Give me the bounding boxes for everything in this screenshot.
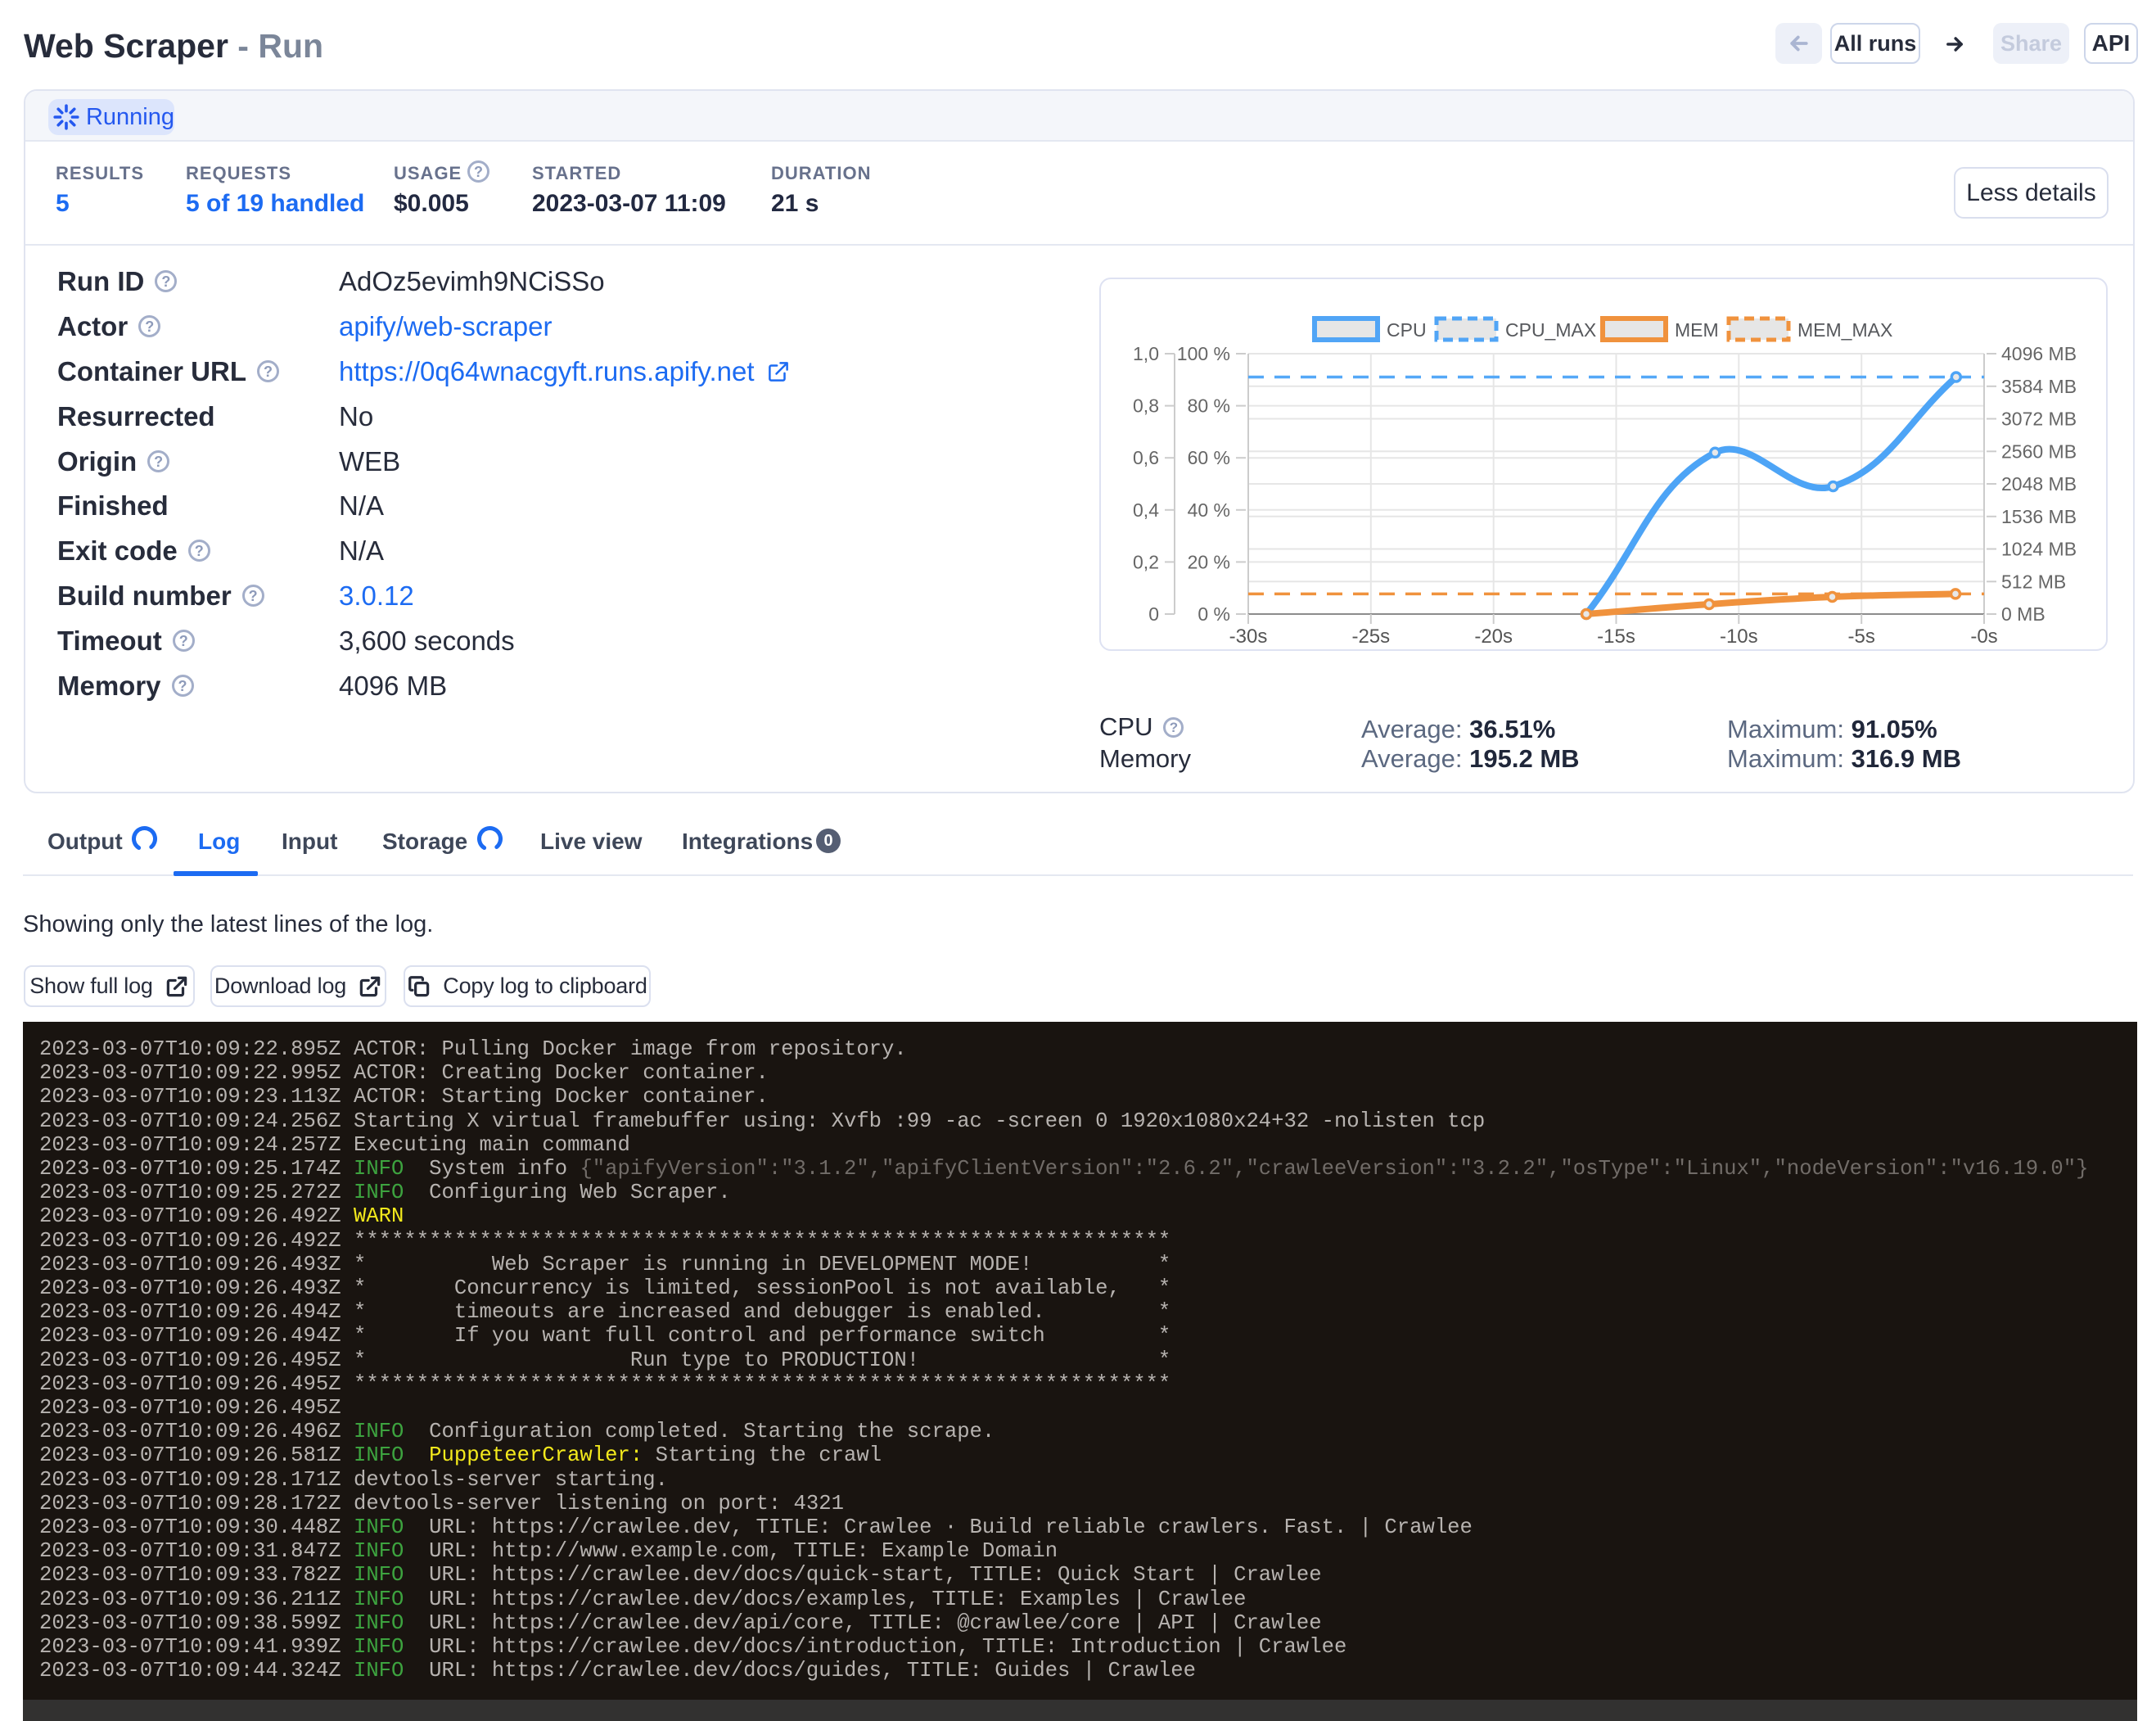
svg-text:0 MB: 0 MB: [2001, 603, 2045, 625]
svg-text:MEM: MEM: [1675, 319, 1719, 341]
svg-text:1,0: 1,0: [1133, 343, 1159, 364]
svg-text:0,8: 0,8: [1133, 395, 1159, 417]
svg-text:0,6: 0,6: [1133, 447, 1159, 468]
svg-text:512 MB: 512 MB: [2001, 571, 2066, 592]
svg-text:4096 MB: 4096 MB: [2001, 343, 2077, 364]
svg-text:60 %: 60 %: [1188, 447, 1230, 468]
svg-text:20 %: 20 %: [1188, 551, 1230, 572]
svg-text:-20s: -20s: [1474, 626, 1513, 648]
svg-text:CPU_MAX: CPU_MAX: [1505, 319, 1596, 341]
svg-text:100 %: 100 %: [1177, 343, 1230, 364]
svg-text:3072 MB: 3072 MB: [2001, 409, 2077, 430]
svg-text:-0s: -0s: [1970, 626, 1997, 648]
svg-text:CPU: CPU: [1387, 319, 1427, 341]
svg-text:MEM_MAX: MEM_MAX: [1797, 319, 1892, 341]
svg-text:0: 0: [1148, 603, 1159, 625]
svg-text:2048 MB: 2048 MB: [2001, 473, 2077, 495]
svg-text:0,2: 0,2: [1133, 551, 1159, 572]
svg-text:40 %: 40 %: [1188, 499, 1230, 521]
svg-text:0 %: 0 %: [1198, 603, 1230, 625]
svg-text:2560 MB: 2560 MB: [2001, 440, 2077, 462]
svg-text:3584 MB: 3584 MB: [2001, 376, 2077, 397]
svg-text:80 %: 80 %: [1188, 395, 1230, 417]
svg-text:0,4: 0,4: [1133, 499, 1159, 521]
svg-text:-5s: -5s: [1848, 626, 1875, 648]
svg-text:-25s: -25s: [1351, 626, 1390, 648]
svg-text:-15s: -15s: [1597, 626, 1635, 648]
svg-text:-10s: -10s: [1720, 626, 1758, 648]
svg-text:-30s: -30s: [1229, 626, 1268, 648]
svg-text:1536 MB: 1536 MB: [2001, 506, 2077, 527]
svg-text:1024 MB: 1024 MB: [2001, 539, 2077, 560]
